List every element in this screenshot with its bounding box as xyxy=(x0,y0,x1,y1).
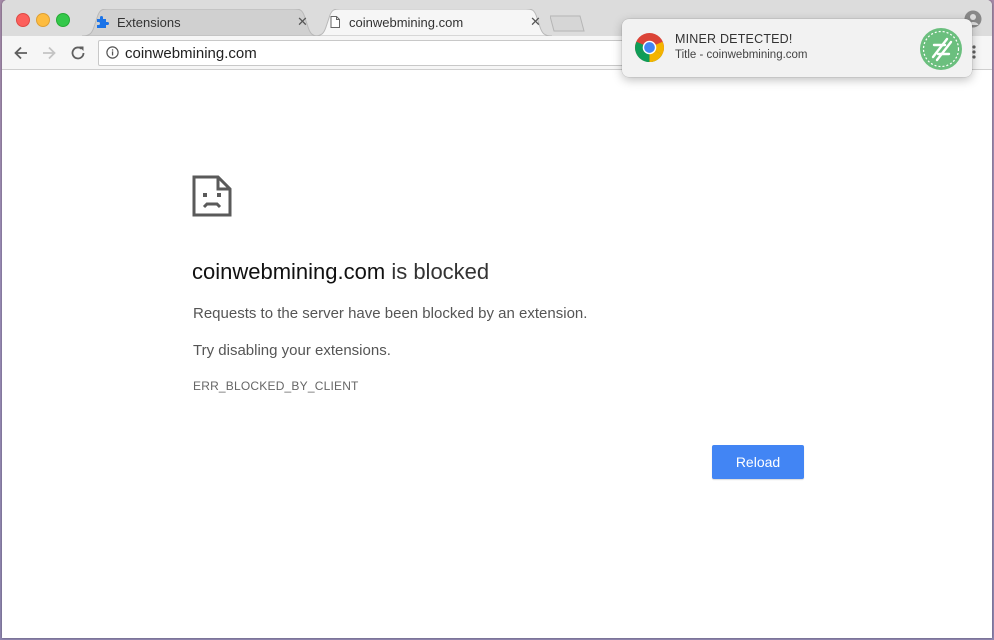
reload-icon[interactable] xyxy=(69,44,87,62)
forward-arrow-icon[interactable] xyxy=(40,44,58,62)
error-code: ERR_BLOCKED_BY_CLIENT xyxy=(193,379,359,393)
blocked-domain: coinwebmining.com xyxy=(192,259,386,284)
back-arrow-icon[interactable] xyxy=(12,44,30,62)
miner-blocker-logo-icon xyxy=(920,28,962,70)
tab-coinwebmining[interactable]: coinwebmining.com ✕ xyxy=(314,9,552,36)
sad-page-icon xyxy=(192,175,232,217)
window-close-button[interactable] xyxy=(16,13,30,27)
notification-title: MINER DETECTED! xyxy=(675,32,793,46)
error-description: Requests to the server have been blocked… xyxy=(193,305,588,322)
tab-title: Extensions xyxy=(117,15,181,30)
menu-dots-icon[interactable] xyxy=(972,45,976,59)
error-heading: coinwebmining.com is blocked xyxy=(192,259,489,285)
tab-title: coinwebmining.com xyxy=(349,15,464,30)
miner-notification[interactable]: MINER DETECTED! Title - coinwebmining.co… xyxy=(622,19,972,77)
page-icon xyxy=(330,16,340,28)
error-suggestion: Try disabling your extensions. xyxy=(193,342,391,359)
page-content: coinwebmining.com is blocked Requests to… xyxy=(2,70,992,638)
info-icon[interactable] xyxy=(106,46,119,59)
url-text[interactable]: coinwebmining.com xyxy=(125,45,257,62)
new-tab-button[interactable] xyxy=(550,15,586,32)
window-minimize-button[interactable] xyxy=(36,13,50,27)
browser-window: Extensions ✕ coinwebmining.com ✕ coinweb… xyxy=(2,0,992,638)
tab-extensions[interactable]: Extensions ✕ xyxy=(82,9,318,36)
notification-body: Title - coinwebmining.com xyxy=(675,49,808,61)
chrome-logo-icon xyxy=(634,32,665,63)
window-maximize-button[interactable] xyxy=(56,13,70,27)
heading-suffix: is blocked xyxy=(385,259,490,284)
tab-close-icon[interactable]: ✕ xyxy=(530,14,541,30)
puzzle-icon xyxy=(97,16,109,28)
tab-close-icon[interactable]: ✕ xyxy=(297,14,308,30)
reload-button[interactable]: Reload xyxy=(712,445,804,479)
